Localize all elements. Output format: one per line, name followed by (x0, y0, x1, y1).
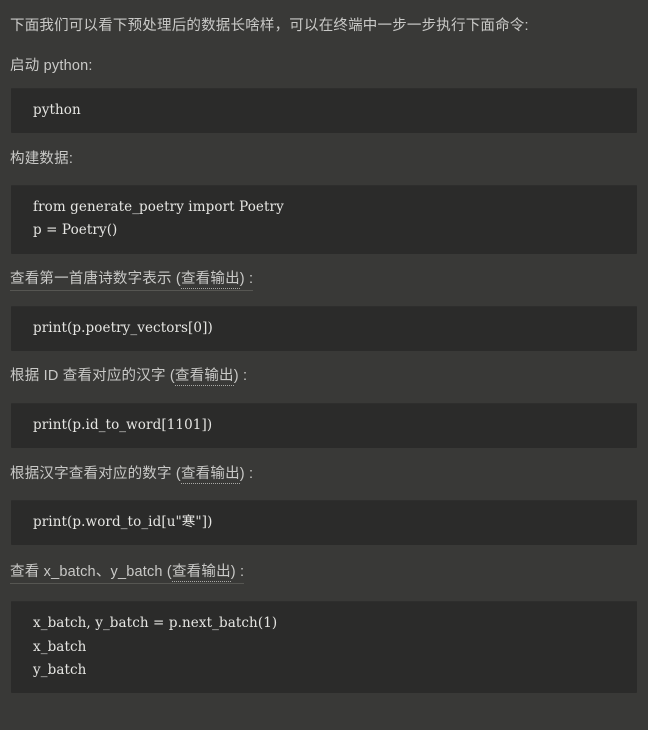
tutorial-page: 下面我们可以看下预处理后的数据长啥样，可以在终端中一步一步执行下面命令: 启动 … (0, 0, 648, 730)
heading-text: 查看第一首唐诗数字表示 (查看输出) : (10, 269, 254, 291)
heading-suffix: ) : (239, 270, 254, 287)
code-block-build-data[interactable]: from generate_poetry import Poetry p = P… (11, 185, 637, 254)
heading-prefix: 查看第一首唐诗数字表示 ( (10, 270, 181, 287)
heading-suffix: : (68, 150, 74, 167)
view-output-link[interactable]: 查看输出 (180, 465, 240, 484)
section-heading-first-poem-vector: 查看第一首唐诗数字表示 (查看输出) : (0, 254, 648, 306)
heading-suffix: ) : (233, 368, 248, 385)
heading-prefix: 构建数据 (10, 150, 69, 167)
code-block-first-poem-vector[interactable]: print(p.poetry_vectors[0]) (11, 305, 637, 351)
section-heading-id-to-word: 根据 ID 查看对应的汉字 (查看输出) : (0, 351, 648, 403)
view-output-link[interactable]: 查看输出 (180, 270, 240, 289)
code-block-start-python[interactable]: python (11, 88, 637, 134)
code-text: from generate_poetry import Poetry p = P… (33, 199, 284, 239)
view-output-link[interactable]: 查看输出 (174, 368, 234, 387)
code-text: print(p.word_to_id[u"寒"]) (33, 514, 213, 531)
view-output-link[interactable]: 查看输出 (171, 564, 231, 583)
article-content: 下面我们可以看下预处理后的数据长啥样，可以在终端中一步一步执行下面命令: 启动 … (0, 0, 648, 693)
intro-paragraph: 下面我们可以看下预处理后的数据长啥样，可以在终端中一步一步执行下面命令: (10, 18, 529, 35)
code-text: python (33, 102, 81, 118)
intro-paragraph-row: 下面我们可以看下预处理后的数据长啥样，可以在终端中一步一步执行下面命令: (0, 8, 648, 46)
code-text: print(p.id_to_word[1101]) (33, 416, 213, 433)
heading-text: 根据汉字查看对应的数字 (查看输出) : (10, 464, 253, 485)
heading-suffix: ) : (230, 564, 245, 581)
heading-text: 查看 x_batch、y_batch (查看输出) : (10, 562, 245, 585)
heading-text: 根据 ID 查看对应的汉字 (查看输出) : (10, 366, 247, 387)
code-block-batches[interactable]: x_batch, y_batch = p.next_batch(1) x_bat… (11, 601, 637, 693)
heading-suffix: : (88, 58, 93, 75)
code-block-id-to-word[interactable]: print(p.id_to_word[1101]) (11, 402, 637, 449)
heading-suffix: ) : (239, 465, 254, 482)
code-text: x_batch, y_batch = p.next_batch(1) x_bat… (33, 615, 278, 678)
heading-text: 启动 python: (10, 56, 93, 77)
section-heading-word-to-id: 根据汉字查看对应的数字 (查看输出) : (0, 448, 648, 500)
section-heading-batches: 查看 x_batch、y_batch (查看输出) : (0, 545, 648, 601)
heading-prefix: 查看 x_batch、y_batch ( (10, 564, 172, 581)
heading-prefix: 根据 ID 查看对应的汉字 ( (10, 368, 175, 385)
section-heading-build-data: 构建数据: (0, 133, 648, 185)
spacer-top (0, 0, 648, 8)
section-heading-start-python: 启动 python: (0, 46, 648, 88)
code-block-word-to-id[interactable]: print(p.word_to_id[u"寒"]) (11, 500, 637, 546)
code-text: print(p.poetry_vectors[0]) (33, 319, 213, 336)
heading-text: 构建数据: (10, 149, 73, 170)
heading-prefix: 根据汉字查看对应的数字 ( (10, 465, 181, 482)
heading-prefix: 启动 python (10, 58, 89, 75)
